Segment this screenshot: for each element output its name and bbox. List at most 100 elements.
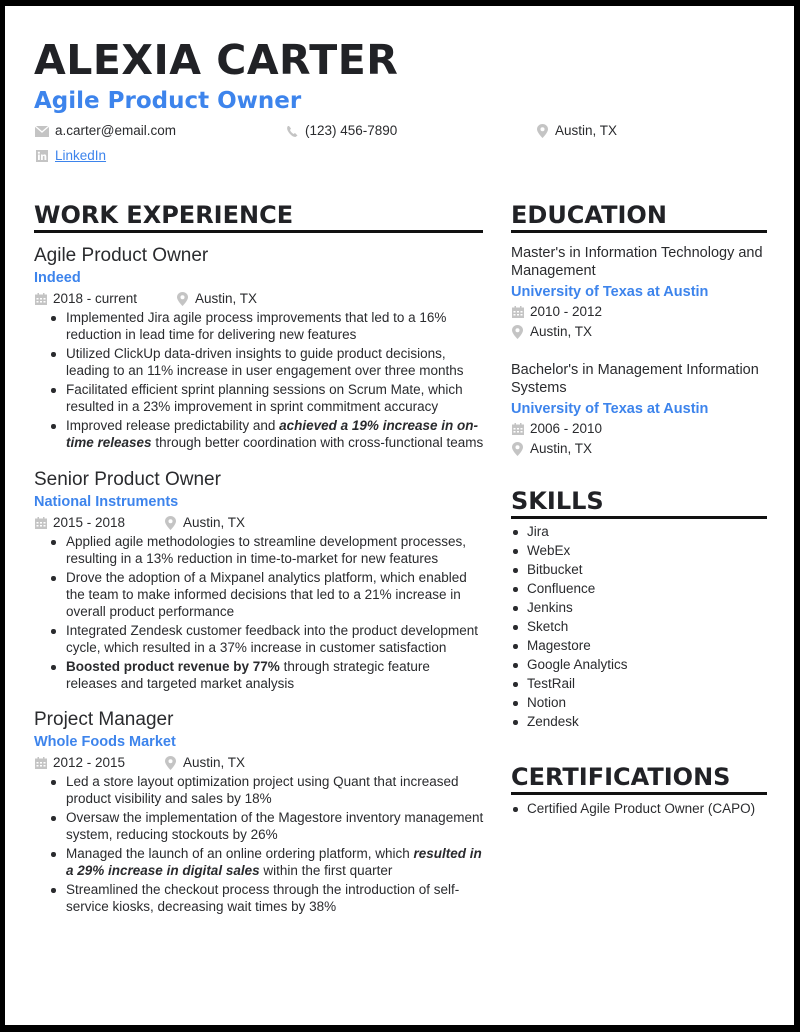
achievement-list: Implemented Jira agile process improveme… — [50, 309, 484, 451]
achievement-item: Boosted product revenue by 77% through s… — [50, 658, 484, 692]
achievement-text: Managed the launch of an online ordering… — [66, 846, 414, 861]
location-text: Austin, TX — [555, 123, 618, 138]
skill-item: Zendesk — [511, 712, 628, 731]
map-pin-icon — [511, 442, 524, 456]
skill-item: Confluence — [511, 579, 628, 598]
skills-heading: SKILLS — [511, 487, 604, 515]
achievement-item: Integrated Zendesk customer feedback int… — [50, 622, 484, 656]
achievement-text: Streamlined the checkout process through… — [66, 882, 460, 914]
candidate-name: ALEXIA CARTER — [34, 36, 399, 84]
date-range: 2018 - current — [53, 291, 138, 306]
school-name: University of Texas at Austin — [511, 401, 709, 417]
education-entry: Bachelor's in Management Information Sys… — [511, 361, 776, 459]
date-range: 2012 - 2015 — [53, 755, 126, 770]
map-pin-icon — [535, 124, 549, 138]
location-text: Austin, TX — [183, 755, 246, 770]
calendar-icon — [511, 423, 524, 436]
work-experience-divider — [34, 230, 483, 233]
achievement-item: Oversaw the implementation of the Magest… — [50, 809, 484, 843]
date-row: 2010 - 2012 — [511, 302, 776, 322]
achievement-text: Oversaw the implementation of the Magest… — [66, 810, 484, 842]
achievement-text: Drove the adoption of a Mixpanel analyti… — [66, 570, 467, 619]
skill-item: Notion — [511, 693, 628, 712]
company-name: Whole Foods Market — [34, 734, 176, 750]
contact-phone: (123) 456-7890 — [285, 122, 397, 140]
achievement-item: Streamlined the checkout process through… — [50, 881, 484, 915]
job-location: Austin, TX — [164, 753, 245, 773]
map-pin-icon — [511, 325, 524, 339]
achievement-text: Led a store layout optimization project … — [66, 774, 459, 806]
achievement-text: Facilitated efficient sprint planning se… — [66, 382, 463, 414]
achievement-item: Implemented Jira agile process improveme… — [50, 309, 484, 343]
certifications-list: Certified Agile Product Owner (CAPO) — [511, 799, 755, 818]
skill-item: Sketch — [511, 617, 628, 636]
date-row: 2018 - current Austin, TX — [34, 289, 484, 309]
education-divider — [511, 230, 767, 233]
job-title: Senior Product Owner — [34, 469, 221, 490]
envelope-icon — [35, 124, 49, 138]
achievement-text: Applied agile methodologies to streamlin… — [66, 534, 466, 566]
location-text: Austin, TX — [530, 324, 593, 339]
job-entry: Project Manager Whole Foods Market 2012 - … — [34, 708, 484, 917]
calendar-icon — [34, 293, 47, 306]
date-row: 2015 - 2018 Austin, TX — [34, 513, 484, 533]
achievement-list: Led a store layout optimization project … — [50, 773, 484, 915]
job-title: Agile Product Owner — [34, 245, 209, 266]
phone-text: (123) 456-7890 — [305, 123, 398, 138]
work-experience-heading: WORK EXPERIENCE — [34, 201, 294, 229]
skill-item: Bitbucket — [511, 560, 628, 579]
skill-item: Google Analytics — [511, 655, 628, 674]
certification-item: Certified Agile Product Owner (CAPO) — [511, 799, 755, 818]
job-entry: Senior Product Owner National Instruments… — [34, 468, 484, 694]
achievement-text: Implemented Jira agile process improveme… — [66, 310, 447, 342]
location-text: Austin, TX — [183, 515, 246, 530]
linkedin-link[interactable]: LinkedIn — [55, 147, 106, 165]
linkedin-icon — [35, 149, 49, 163]
achievement-item: Facilitated efficient sprint planning se… — [50, 381, 484, 415]
skills-list: Jira WebEx Bitbucket Confluence Jenkins Sketc… — [511, 522, 628, 731]
location-text: Austin, TX — [195, 291, 258, 306]
skill-item: TestRail — [511, 674, 628, 693]
skill-item: Magestore — [511, 636, 628, 655]
map-pin-icon — [164, 516, 177, 530]
job-location: Austin, TX — [176, 289, 257, 309]
degree-name: Bachelor's in Management Information Sys… — [511, 362, 759, 396]
achievement-item: Led a store layout optimization project … — [50, 773, 484, 807]
email-text: a.carter@email.com — [55, 123, 176, 138]
achievement-text: Improved release predictability and — [66, 418, 280, 433]
job-entry: Agile Product Owner Indeed 2018 - current A… — [34, 244, 484, 453]
location-row: Austin, TX — [511, 322, 776, 342]
achievement-list: Applied agile methodologies to streamlin… — [50, 533, 484, 692]
skill-item: WebEx — [511, 541, 628, 560]
education-heading: EDUCATION — [511, 201, 667, 229]
skills-divider — [511, 516, 767, 519]
company-name: Indeed — [34, 270, 81, 286]
date-range: 2015 - 2018 — [53, 515, 126, 530]
job-title: Project Manager — [34, 709, 174, 730]
achievement-item: Utilized ClickUp data-driven insights to… — [50, 345, 484, 379]
map-pin-icon — [176, 292, 189, 306]
candidate-title: Agile Product Owner — [34, 88, 302, 114]
date-row: 2006 - 2010 — [511, 419, 776, 439]
achievement-item: Managed the launch of an online ordering… — [50, 845, 484, 879]
contact-location: Austin, TX — [535, 122, 617, 140]
calendar-icon — [34, 517, 47, 530]
contact-linkedin: LinkedIn — [35, 147, 106, 165]
location-row: Austin, TX — [511, 439, 776, 459]
calendar-icon — [511, 306, 524, 319]
achievement-text: through better coordination with cross-f… — [151, 435, 484, 450]
skill-item: Jenkins — [511, 598, 628, 617]
certifications-heading: CERTIFICATIONS — [511, 763, 731, 791]
contact-email: a.carter@email.com — [35, 122, 176, 140]
phone-icon — [285, 124, 299, 138]
location-text: Austin, TX — [530, 441, 593, 456]
date-range: 2006 - 2010 — [530, 421, 603, 436]
achievement-item: Applied agile methodologies to streamlin… — [50, 533, 484, 567]
achievement-text: Integrated Zendesk customer feedback int… — [66, 623, 479, 655]
map-pin-icon — [164, 756, 177, 770]
school-name: University of Texas at Austin — [511, 284, 709, 300]
date-row: 2012 - 2015 Austin, TX — [34, 753, 484, 773]
date-range: 2010 - 2012 — [530, 304, 603, 319]
achievement-text: within the first quarter — [259, 863, 393, 878]
highlighted-text: Boosted product revenue by 77% — [66, 659, 280, 674]
